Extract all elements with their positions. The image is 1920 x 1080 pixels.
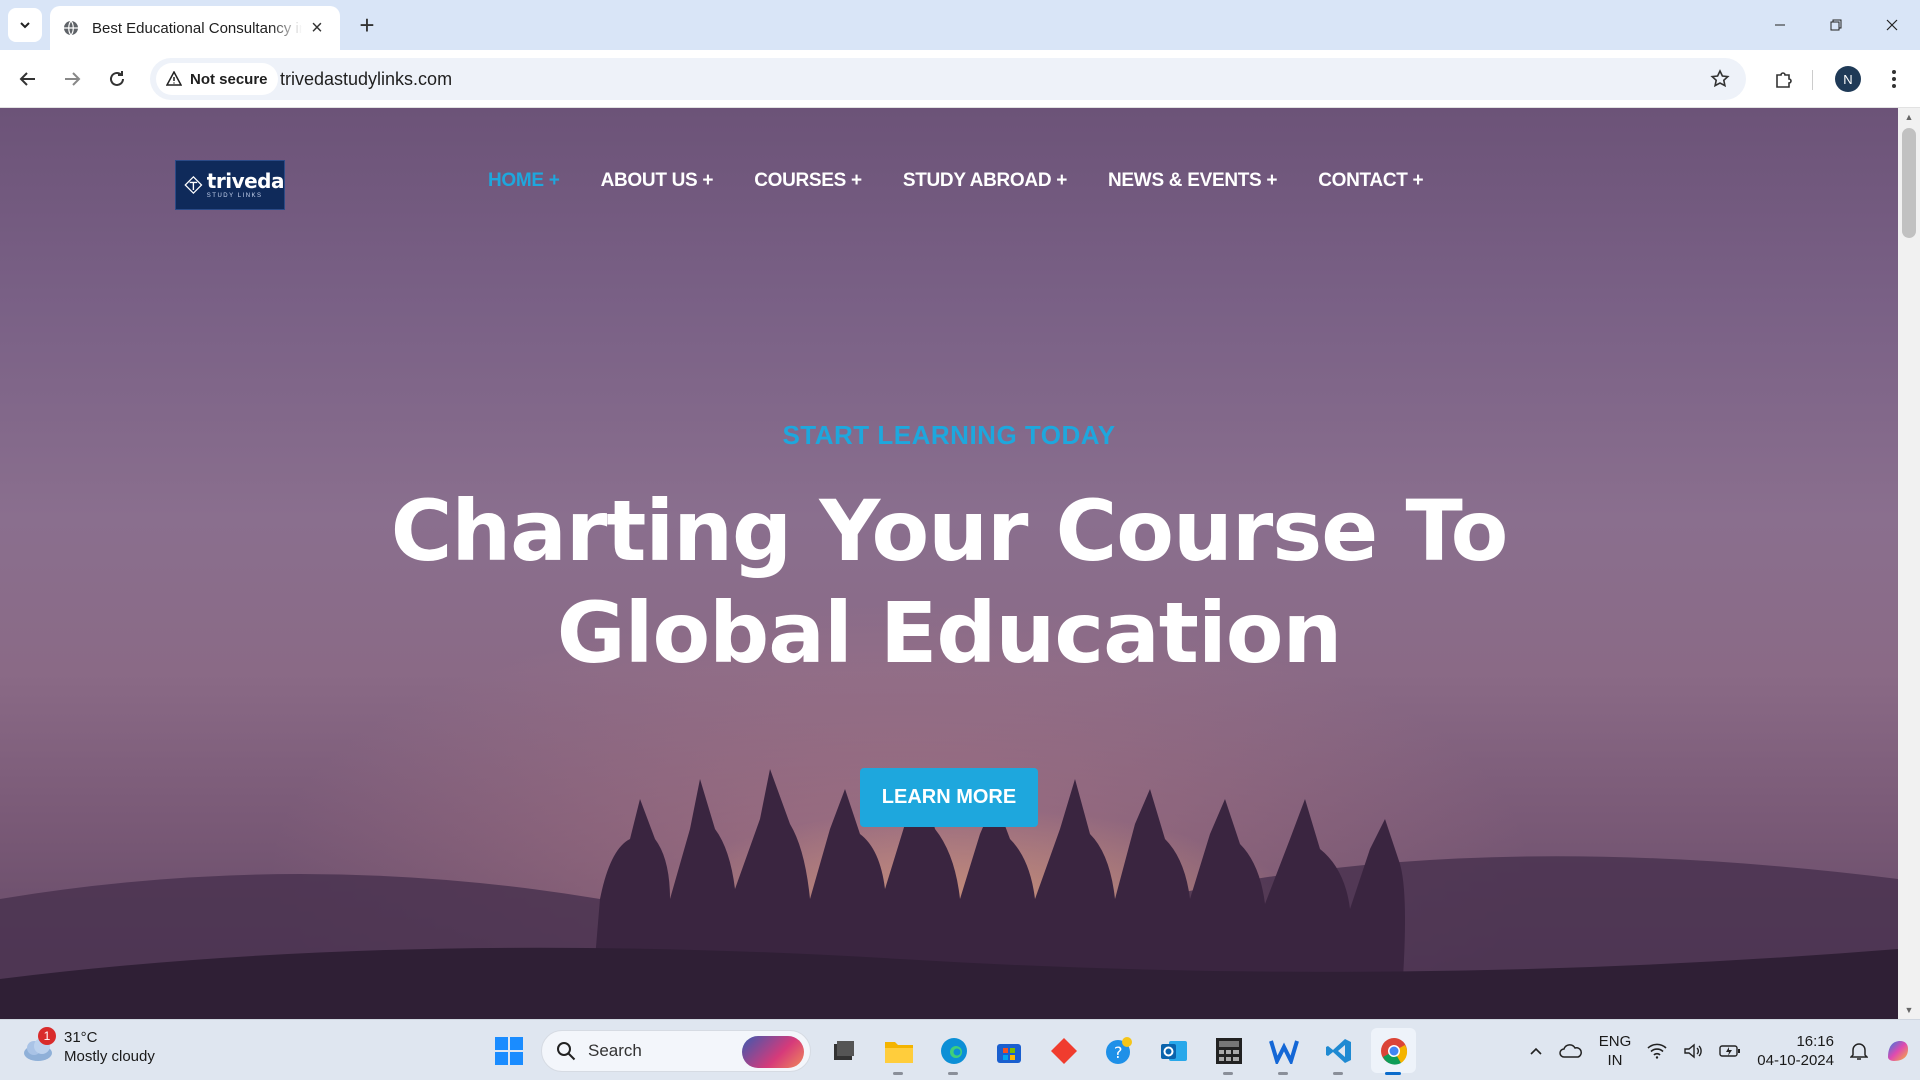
reload-icon bbox=[110, 71, 124, 86]
windows-taskbar: 1 31°C Mostly cloudy Search ? ENG IN 16:… bbox=[0, 1019, 1920, 1080]
language-indicator[interactable]: ENG IN bbox=[1599, 1031, 1632, 1071]
svg-text:?: ? bbox=[1114, 1043, 1123, 1062]
logo-name: triveda bbox=[206, 169, 285, 193]
nav-contact[interactable]: CONTACT + bbox=[1318, 170, 1423, 192]
language-line1: ENG bbox=[1598, 1032, 1632, 1050]
close-tab-icon[interactable]: × bbox=[306, 17, 328, 39]
new-tab-button[interactable]: + bbox=[352, 10, 382, 40]
edge-icon[interactable] bbox=[931, 1028, 976, 1075]
more-vertical-icon bbox=[1892, 70, 1896, 88]
system-tray: ENG IN 16:16 04-10-2024 bbox=[1521, 1020, 1920, 1080]
onedrive-icon[interactable] bbox=[1559, 1031, 1583, 1071]
volume-icon[interactable] bbox=[1683, 1031, 1703, 1071]
nav-about-us[interactable]: ABOUT US + bbox=[601, 170, 714, 192]
outlook-icon[interactable] bbox=[1151, 1028, 1196, 1073]
nav-courses[interactable]: COURSES + bbox=[754, 170, 862, 192]
tab-title: Best Educational Consultancy in Hyderaba… bbox=[92, 19, 302, 37]
weather-temp: 31°C bbox=[64, 1029, 98, 1046]
hero-kicker: START LEARNING TODAY bbox=[782, 420, 1116, 450]
main-navigation: HOME + ABOUT US + COURSES + STUDY ABROAD… bbox=[488, 170, 1424, 192]
arrow-right-icon bbox=[65, 72, 81, 86]
nav-news-events[interactable]: NEWS & EVENTS + bbox=[1108, 170, 1277, 192]
logo-emblem-icon bbox=[184, 175, 203, 195]
warning-icon bbox=[166, 71, 182, 86]
forward-button[interactable] bbox=[54, 61, 90, 97]
close-icon bbox=[1886, 19, 1898, 31]
notification-bell-icon[interactable] bbox=[1850, 1031, 1868, 1071]
restore-button[interactable] bbox=[1808, 0, 1864, 50]
logo-subtitle: STUDY LINKS bbox=[206, 193, 263, 199]
language-line2: IN bbox=[1607, 1051, 1623, 1069]
clock-date: 04-10-2024 bbox=[1757, 1051, 1834, 1069]
store-icon[interactable] bbox=[986, 1028, 1031, 1073]
page-scrollbar[interactable]: ▲ ▼ bbox=[1898, 108, 1920, 1019]
calculator-app-icon[interactable] bbox=[1206, 1028, 1251, 1075]
restore-icon bbox=[1830, 19, 1842, 31]
minimize-icon bbox=[1775, 24, 1785, 26]
chevron-down-icon bbox=[20, 22, 30, 29]
git-icon[interactable] bbox=[1041, 1028, 1086, 1073]
file-explorer-icon[interactable] bbox=[876, 1028, 921, 1075]
bookmark-star-icon[interactable] bbox=[1708, 67, 1732, 91]
search-highlight-image bbox=[742, 1035, 804, 1068]
copilot-icon[interactable] bbox=[1884, 1031, 1912, 1071]
weather-badge: 1 bbox=[38, 1027, 56, 1045]
tab-strip: Best Educational Consultancy in Hyderaba… bbox=[0, 0, 1920, 50]
weather-desc: Mostly cloudy bbox=[64, 1048, 155, 1065]
url-text[interactable]: trivedastudylinks.com bbox=[280, 69, 452, 90]
nav-study-abroad[interactable]: STUDY ABROAD + bbox=[903, 170, 1067, 192]
browser-toolbar: Not secure trivedastudylinks.com N bbox=[0, 50, 1920, 108]
chrome-icon[interactable] bbox=[1371, 1028, 1416, 1075]
security-label: Not secure bbox=[190, 70, 268, 88]
page-viewport: triveda STUDY LINKS HOME + ABOUT US + CO… bbox=[0, 108, 1898, 1019]
puzzle-icon bbox=[1776, 72, 1792, 88]
scroll-up-icon[interactable]: ▲ bbox=[1898, 108, 1920, 126]
weather-widget[interactable]: 1 31°C Mostly cloudy bbox=[20, 1027, 155, 1066]
taskbar-search[interactable]: Search bbox=[541, 1029, 811, 1072]
arrow-left-icon bbox=[19, 72, 35, 86]
address-bar[interactable]: Not secure trivedastudylinks.com bbox=[150, 58, 1746, 100]
search-placeholder: Search bbox=[588, 1040, 642, 1060]
minimize-button[interactable] bbox=[1752, 0, 1808, 50]
close-window-button[interactable] bbox=[1864, 0, 1920, 50]
tab-search-button[interactable] bbox=[8, 8, 42, 42]
hero-headline-line1: Charting Your Course To bbox=[390, 482, 1509, 580]
clock-time: 16:16 bbox=[1796, 1032, 1834, 1050]
scrollbar-thumb[interactable] bbox=[1902, 128, 1916, 238]
browser-menu-button[interactable] bbox=[1876, 61, 1912, 97]
browser-tab[interactable]: Best Educational Consultancy in Hyderaba… bbox=[50, 6, 340, 50]
profile-avatar[interactable]: N bbox=[1835, 66, 1861, 92]
wifi-icon[interactable] bbox=[1647, 1031, 1667, 1071]
system-clock[interactable]: 16:16 04-10-2024 bbox=[1757, 1031, 1834, 1071]
chevron-up-icon[interactable] bbox=[1529, 1031, 1543, 1071]
search-icon bbox=[557, 1041, 576, 1060]
learn-more-button[interactable]: LEARN MORE bbox=[860, 768, 1038, 827]
back-button[interactable] bbox=[10, 61, 46, 97]
help-icon[interactable]: ? bbox=[1096, 1028, 1141, 1073]
taskbar-apps: Search ? bbox=[486, 1028, 1416, 1075]
site-logo[interactable]: triveda STUDY LINKS bbox=[175, 160, 285, 210]
globe-icon bbox=[62, 19, 80, 37]
hero-headline: Charting Your Course To Global Education bbox=[0, 480, 1898, 684]
vscode-icon[interactable] bbox=[1316, 1028, 1361, 1075]
nav-home[interactable]: HOME + bbox=[488, 170, 560, 192]
windows-start-icon[interactable] bbox=[486, 1028, 531, 1073]
hero-headline-line2: Global Education bbox=[556, 584, 1343, 682]
window-controls bbox=[1752, 0, 1920, 50]
reload-button[interactable] bbox=[99, 61, 135, 97]
extensions-button[interactable] bbox=[1766, 61, 1802, 97]
wps-writer-icon[interactable] bbox=[1261, 1028, 1306, 1075]
security-chip[interactable]: Not secure bbox=[156, 63, 278, 95]
cloud-icon: 1 bbox=[20, 1027, 56, 1065]
task-view-icon[interactable] bbox=[821, 1028, 866, 1073]
battery-icon[interactable] bbox=[1719, 1031, 1741, 1071]
toolbar-divider bbox=[1812, 70, 1813, 90]
scroll-down-icon[interactable]: ▼ bbox=[1898, 1001, 1920, 1019]
